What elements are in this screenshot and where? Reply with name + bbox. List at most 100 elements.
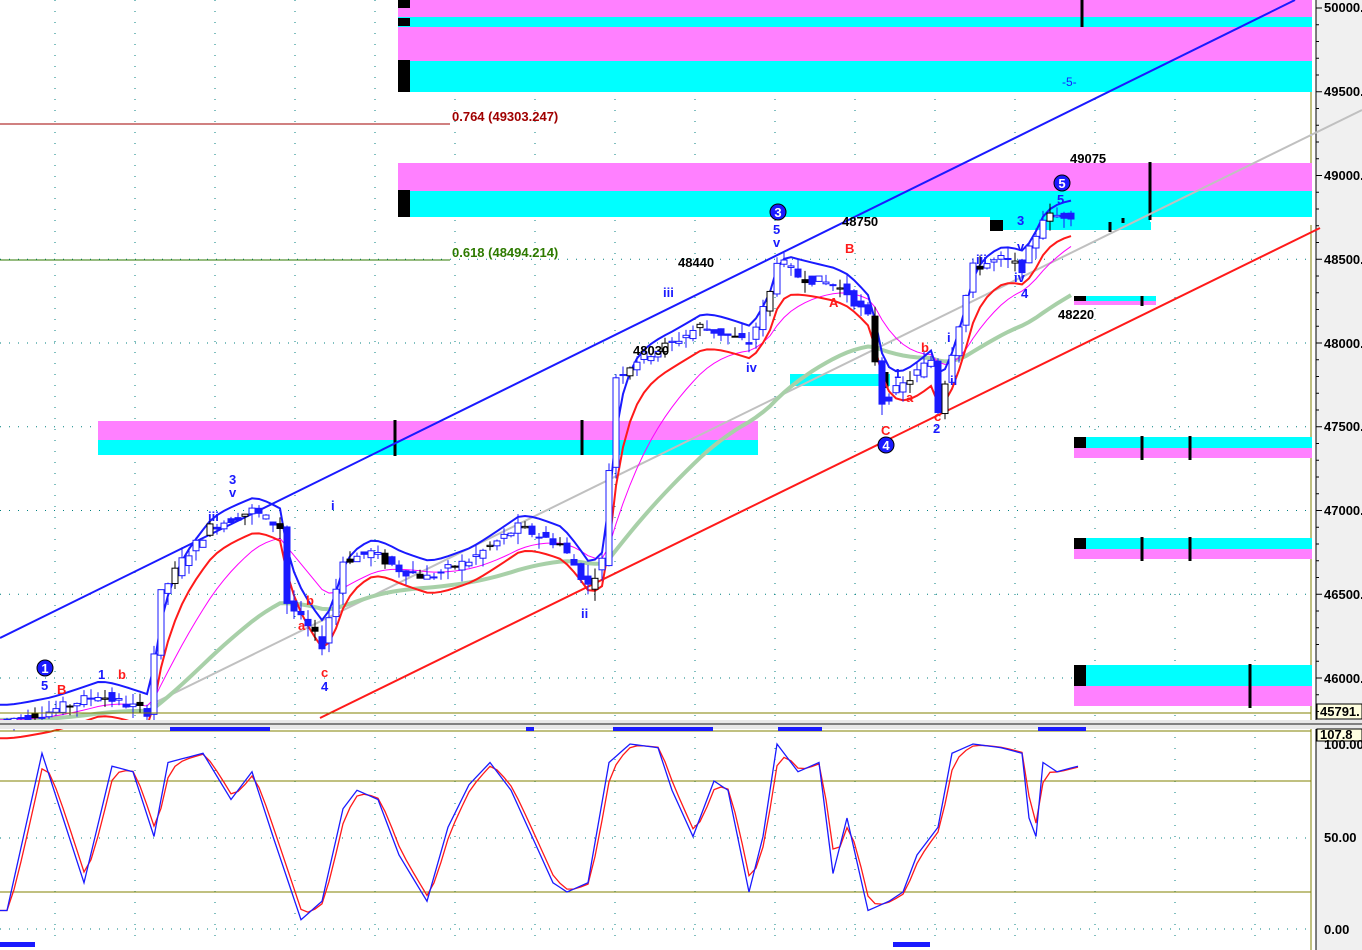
candle-body [472,554,480,558]
candle-body [94,697,102,702]
candle-body [619,374,627,377]
tick-label: 50.00 [1324,830,1357,845]
candle-body [185,555,193,567]
wave-label: i [331,498,335,513]
candle-body [255,507,263,514]
candle-body [920,362,928,378]
wave-label: iv [746,360,758,375]
candle-body [129,703,137,708]
wave-label: A [829,295,839,310]
candle-body [1004,257,1012,261]
fib-618-label: 0.618 (48494.214) [452,245,558,260]
candle-body [213,526,221,530]
wave-label: b [118,667,126,682]
candle-body [17,717,25,720]
candle-body [276,523,284,529]
candle-body [192,539,200,552]
price-axis-panel [1316,0,1362,950]
candle-body [234,517,242,521]
wave-label: B [845,241,854,256]
candle-body [745,342,753,345]
candle-body [283,526,291,604]
candle-body [521,525,529,529]
annot-wave5-target: -5- [1062,75,1077,89]
candle-body [577,563,585,580]
tick-label: 47500. [1324,419,1362,434]
candle-body [451,565,459,568]
candle-body [556,543,564,546]
wave-label: 3 [1017,213,1024,228]
tick-label: 48000. [1324,336,1362,351]
candle-body [150,653,158,715]
wave-label: v [1017,239,1025,254]
candle-body [927,359,935,367]
candle-body [801,279,809,284]
candle-body [780,259,788,265]
wave-label: v [773,235,781,250]
candle-body [941,383,949,415]
candle-body [794,268,802,278]
wave-circle-5: 5 [1058,176,1065,191]
wave-label: iii [208,509,219,524]
candle-body [584,575,592,585]
wave-label: ii [950,373,957,388]
candle-body [892,385,900,394]
candle-body [766,290,774,312]
annot-48030: 48030 [633,343,669,358]
candle-body [500,533,508,539]
grid-lines [0,0,1311,945]
candle-body [297,610,305,616]
signal-markers [0,727,1086,947]
candle-body [248,507,256,515]
candle-body [514,522,522,534]
candle-body [542,531,550,538]
candle-body [668,340,676,343]
wave-label: iv [1014,270,1026,285]
candle-body [878,360,886,405]
candle-body [675,340,683,344]
last-price-marker: 45791. [1320,704,1360,719]
candle-body [815,275,823,282]
candle-body [857,300,865,308]
candle-body [87,697,95,700]
candle-body [787,265,795,268]
candle-body [171,567,179,585]
candle-body [997,255,1005,260]
candle-body [52,708,60,713]
lower-channel-line[interactable] [319,227,1321,719]
candle-body [262,514,270,520]
chart-canvas[interactable]: 0.764 (49303.247) 0.618 (48494.214) 4803… [0,0,1362,950]
wave-label: 2 [933,421,940,436]
candle-body [269,521,277,526]
candle-body [689,329,697,340]
candle-body [59,701,67,713]
candle-body [1039,219,1047,239]
candle-body [626,367,634,377]
candle-body [31,713,39,719]
candle-body [80,695,88,706]
candle-body [115,698,123,701]
wave-label: 1 [894,366,901,381]
candle-body [1032,235,1040,249]
candle-body [136,701,144,706]
wave-label: 5 [41,678,48,693]
candle-body [73,702,81,707]
wave-label: v [229,485,237,500]
candle-body [465,561,473,567]
candle-body [493,540,501,547]
candle-body [416,573,424,579]
candle-body [717,328,725,336]
candle-body [724,333,732,336]
candle-body [318,636,326,650]
candle-body [507,532,515,537]
wave-label: 4 [321,679,329,694]
candle-body [955,326,963,357]
candle-body [430,576,438,579]
candle-body [591,577,599,590]
candle-body [738,333,746,339]
candle-body [220,522,228,530]
candle-body [290,600,298,612]
candle-body [829,284,837,287]
candle-body [108,692,116,702]
candles [3,203,1075,731]
